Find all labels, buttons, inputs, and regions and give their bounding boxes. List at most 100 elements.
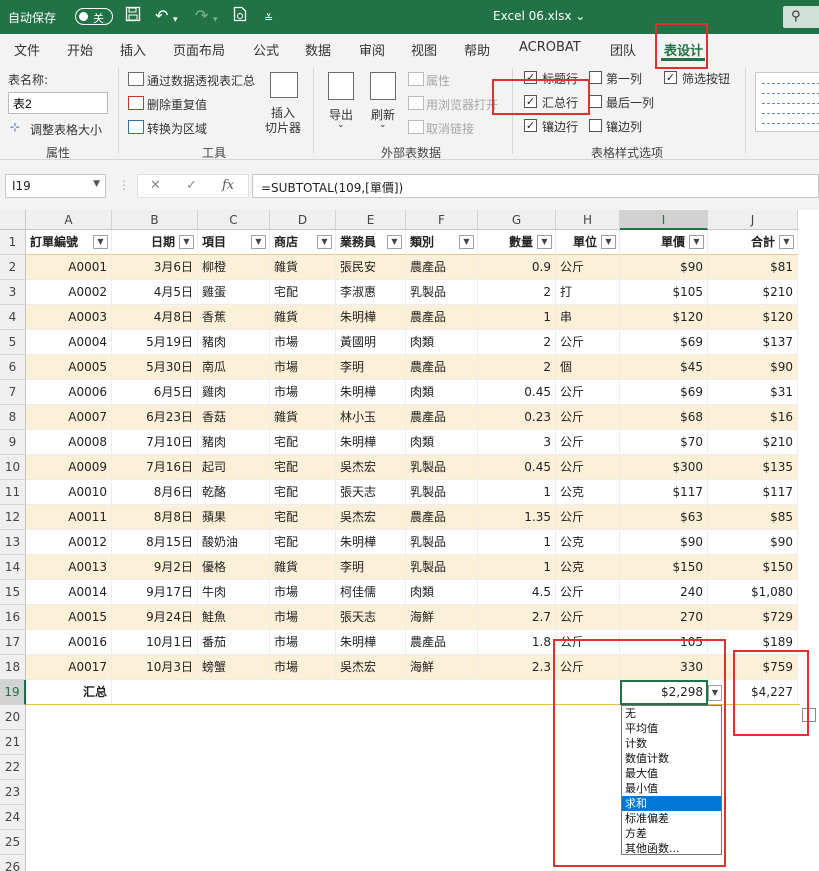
row-header[interactable]: 16 bbox=[0, 605, 26, 630]
table-cell[interactable]: 3月6日 bbox=[112, 255, 198, 280]
table-cell[interactable]: 農產品 bbox=[406, 305, 478, 330]
table-header-cell[interactable]: 單價 ▼ bbox=[620, 230, 708, 255]
table-cell[interactable]: 市場 bbox=[270, 355, 336, 380]
function-option-stddev[interactable]: 标准偏差 bbox=[622, 811, 721, 826]
row-header[interactable]: 2 bbox=[0, 255, 26, 280]
table-cell[interactable]: A0016 bbox=[26, 630, 112, 655]
table-cell[interactable]: 柳橙 bbox=[198, 255, 270, 280]
table-cell[interactable]: $117 bbox=[620, 480, 708, 505]
table-cell[interactable]: 肉類 bbox=[406, 330, 478, 355]
tab-formulas[interactable]: 公式 bbox=[253, 40, 279, 59]
table-cell[interactable]: 市場 bbox=[270, 330, 336, 355]
table-cell[interactable]: 105 bbox=[620, 630, 708, 655]
table-cell[interactable]: $90 bbox=[620, 255, 708, 280]
table-cell[interactable]: 2.7 bbox=[478, 605, 556, 630]
table-cell[interactable]: 公斤 bbox=[556, 405, 620, 430]
tab-help[interactable]: 帮助 bbox=[464, 40, 490, 59]
table-cell[interactable]: 雞肉 bbox=[198, 380, 270, 405]
table-cell[interactable]: 公克 bbox=[556, 480, 620, 505]
table-cell[interactable]: 朱明樺 bbox=[336, 430, 406, 455]
tab-view[interactable]: 视图 bbox=[411, 40, 437, 59]
table-cell[interactable]: 個 bbox=[556, 355, 620, 380]
column-header-b[interactable]: B bbox=[112, 210, 198, 230]
enter-icon[interactable]: ✓ bbox=[186, 178, 197, 193]
table-cell[interactable]: 2 bbox=[478, 280, 556, 305]
row-header[interactable]: 24 bbox=[0, 805, 26, 830]
table-cell[interactable]: 公斤 bbox=[556, 580, 620, 605]
table-cell[interactable]: 4月8日 bbox=[112, 305, 198, 330]
function-option-count[interactable]: 计数 bbox=[622, 736, 721, 751]
table-cell[interactable]: 酸奶油 bbox=[198, 530, 270, 555]
row-header[interactable]: 22 bbox=[0, 755, 26, 780]
table-cell[interactable]: 1 bbox=[478, 480, 556, 505]
table-cell[interactable]: 1.8 bbox=[478, 630, 556, 655]
table-cell[interactable]: 乳製品 bbox=[406, 530, 478, 555]
customize-qat-icon[interactable]: ≚ bbox=[264, 9, 273, 29]
undo-icon[interactable]: ↶ bbox=[155, 6, 168, 26]
table-cell[interactable]: A0011 bbox=[26, 505, 112, 530]
convert-to-range-button[interactable]: 转换为区域 bbox=[147, 120, 207, 137]
table-cell[interactable]: 8月6日 bbox=[112, 480, 198, 505]
table-cell[interactable]: 黃國明 bbox=[336, 330, 406, 355]
table-cell[interactable]: A0012 bbox=[26, 530, 112, 555]
row-header[interactable]: 3 bbox=[0, 280, 26, 305]
total-row-checkbox[interactable]: ✓ bbox=[524, 95, 537, 108]
table-cell[interactable]: 10月1日 bbox=[112, 630, 198, 655]
table-cell[interactable]: 市場 bbox=[270, 580, 336, 605]
function-option-sum[interactable]: 求和 bbox=[622, 796, 721, 811]
table-cell[interactable]: A0005 bbox=[26, 355, 112, 380]
tab-data[interactable]: 数据 bbox=[305, 40, 331, 59]
table-header-cell[interactable]: 數量 ▼ bbox=[478, 230, 556, 255]
column-header-d[interactable]: D bbox=[270, 210, 336, 230]
table-cell[interactable]: 公斤 bbox=[556, 455, 620, 480]
table-cell[interactable]: 0.45 bbox=[478, 455, 556, 480]
table-cell[interactable]: 240 bbox=[620, 580, 708, 605]
table-cell[interactable]: 張天志 bbox=[336, 480, 406, 505]
table-cell[interactable]: $150 bbox=[620, 555, 708, 580]
table-cell[interactable]: 串 bbox=[556, 305, 620, 330]
banded-rows-checkbox[interactable]: ✓ bbox=[524, 119, 537, 132]
table-cell[interactable]: A0015 bbox=[26, 605, 112, 630]
open-in-browser-button[interactable]: 用浏览器打开 bbox=[426, 96, 498, 113]
filter-dropdown-icon[interactable]: ▼ bbox=[179, 235, 194, 249]
row-header[interactable]: 15 bbox=[0, 580, 26, 605]
table-cell[interactable]: 市場 bbox=[270, 605, 336, 630]
table-cell[interactable]: 香菇 bbox=[198, 405, 270, 430]
table-cell[interactable]: $759 bbox=[708, 655, 798, 680]
table-cell[interactable]: 1 bbox=[478, 305, 556, 330]
table-cell[interactable]: 公斤 bbox=[556, 380, 620, 405]
table-cell[interactable]: 宅配 bbox=[270, 530, 336, 555]
unlink-button[interactable]: 取消链接 bbox=[426, 120, 474, 137]
table-cell[interactable]: A0017 bbox=[26, 655, 112, 680]
table-cell[interactable]: 市場 bbox=[270, 655, 336, 680]
function-option-more[interactable]: 其他函数... bbox=[622, 841, 721, 856]
table-style-gallery[interactable] bbox=[755, 72, 819, 132]
table-cell[interactable]: 2 bbox=[478, 355, 556, 380]
save-icon[interactable] bbox=[125, 6, 141, 27]
table-cell[interactable]: $81 bbox=[708, 255, 798, 280]
table-cell[interactable]: 5月30日 bbox=[112, 355, 198, 380]
table-cell[interactable]: $69 bbox=[620, 330, 708, 355]
function-option-average[interactable]: 平均值 bbox=[622, 721, 721, 736]
table-header-cell[interactable]: 單位 ▼ bbox=[556, 230, 620, 255]
table-cell[interactable]: 南瓜 bbox=[198, 355, 270, 380]
tab-team[interactable]: 团队 bbox=[610, 40, 636, 59]
table-cell[interactable]: 9月2日 bbox=[112, 555, 198, 580]
table-cell[interactable]: 宅配 bbox=[270, 280, 336, 305]
table-cell[interactable]: $729 bbox=[708, 605, 798, 630]
table-cell[interactable]: 270 bbox=[620, 605, 708, 630]
row-header[interactable]: 21 bbox=[0, 730, 26, 755]
column-header-c[interactable]: C bbox=[198, 210, 270, 230]
select-all-corner[interactable] bbox=[0, 210, 26, 230]
banded-columns-checkbox[interactable] bbox=[589, 119, 602, 132]
table-cell[interactable]: 市場 bbox=[270, 630, 336, 655]
table-cell[interactable]: $120 bbox=[708, 305, 798, 330]
table-cell[interactable]: 330 bbox=[620, 655, 708, 680]
table-cell[interactable]: 乳製品 bbox=[406, 280, 478, 305]
table-cell[interactable]: 10月3日 bbox=[112, 655, 198, 680]
function-option-max[interactable]: 最大值 bbox=[622, 766, 721, 781]
tab-home[interactable]: 开始 bbox=[67, 40, 93, 59]
table-cell[interactable]: 李明 bbox=[336, 555, 406, 580]
table-cell[interactable]: 3 bbox=[478, 430, 556, 455]
table-cell[interactable]: 李明 bbox=[336, 355, 406, 380]
